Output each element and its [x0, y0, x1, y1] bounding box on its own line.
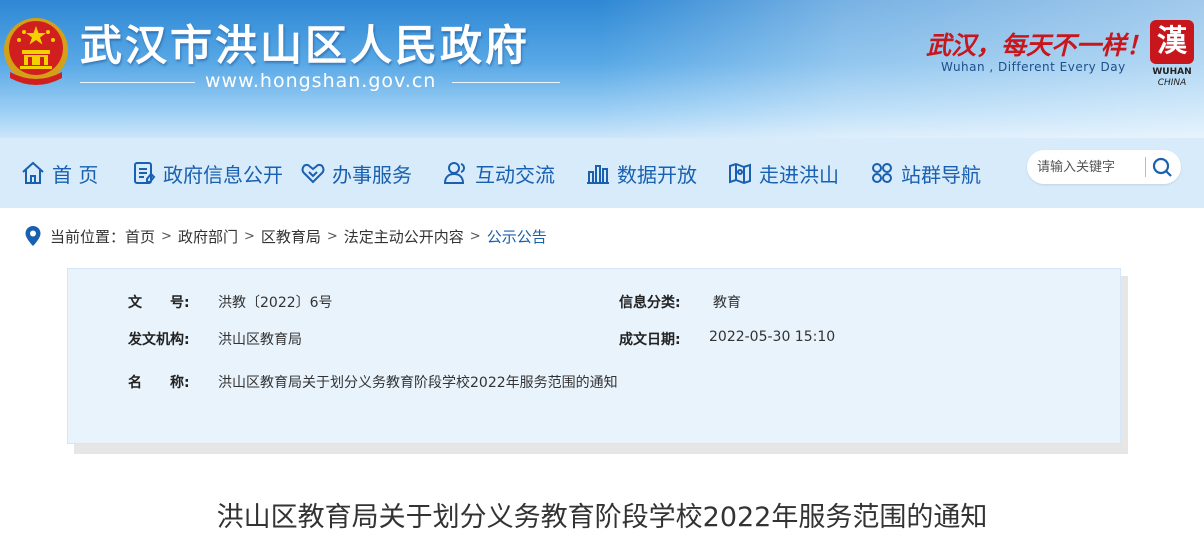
breadcrumb-education-bureau[interactable]: 区教育局 — [261, 226, 321, 247]
date-label: 成文日期: — [619, 332, 681, 348]
breadcrumb-prefix: 当前位置： — [50, 227, 126, 246]
site-header: 武汉市洪山区人民政府 www.hongshan.gov.cn 武汉，每天不一样！… — [0, 0, 1204, 140]
breadcrumb-public-content[interactable]: 法定主动公开内容 — [344, 226, 464, 247]
url-divider-left — [80, 82, 195, 83]
breadcrumb-separator: > — [161, 228, 172, 244]
search-box — [1027, 150, 1181, 184]
nav-label: 走进洪山 — [759, 162, 839, 187]
breadcrumb-departments[interactable]: 政府部门 — [178, 226, 238, 247]
wuhan-logo-mark: 漢 — [1150, 20, 1194, 64]
name-value: 洪山区教育局关于划分义务教育阶段学校2022年服务范围的通知 — [218, 375, 618, 391]
search-icon[interactable] — [1149, 155, 1175, 179]
wuhan-logo-text: WUHAN — [1152, 67, 1192, 77]
url-divider-right — [452, 82, 560, 83]
nav-item-gov-info[interactable]: 政府信息公开 — [131, 152, 283, 194]
slogan-english: Wuhan , Different Every Day — [941, 60, 1126, 74]
breadcrumb-home[interactable]: 首页 — [125, 226, 155, 247]
issuer-label: 发文机构: — [128, 332, 190, 348]
main-nav: 首 页 政府信息公开 办事服务 互动交流 数据开放 走进洪山 站群导航 — [0, 138, 1204, 208]
doc-number-label: 文 号: — [128, 295, 190, 311]
breadcrumb: 当前位置： 首页 > 政府部门 > 区教育局 > 法定主动公开内容 > 公示公告 — [24, 224, 547, 248]
nav-item-open-data[interactable]: 数据开放 — [585, 152, 697, 194]
bar-chart-icon — [587, 165, 609, 184]
handshake-icon — [301, 163, 325, 184]
nav-item-about[interactable]: 走进洪山 — [727, 152, 839, 194]
nav-label: 首 页 — [52, 162, 99, 187]
document-list-icon — [134, 162, 156, 184]
breadcrumb-separator: > — [469, 228, 481, 244]
search-divider — [1145, 157, 1146, 177]
issuer-value: 洪山区教育局 — [218, 332, 302, 348]
document-info-box: 文 号: 洪教〔2022〕6号 信息分类: 教育 发文机构: 洪山区教育局 成文… — [67, 268, 1121, 444]
users-icon — [443, 162, 465, 184]
document-title: 洪山区教育局关于划分义务教育阶段学校2022年服务范围的通知 — [216, 502, 988, 533]
date-value: 2022-05-30 15:10 — [709, 329, 836, 345]
name-label: 名 称: — [128, 375, 190, 391]
wuhan-city-logo: 漢 WUHAN CHINA — [1146, 20, 1198, 92]
slogan: 武汉，每天不一样！ — [926, 31, 1152, 60]
nav-label: 互动交流 — [475, 162, 555, 187]
nav-item-services[interactable]: 办事服务 — [300, 152, 412, 194]
national-emblem-icon — [4, 18, 68, 85]
nav-label: 办事服务 — [332, 162, 412, 187]
china-logo-text: CHINA — [1157, 78, 1187, 88]
breadcrumb-current[interactable]: 公示公告 — [487, 226, 547, 247]
map-icon — [729, 162, 751, 185]
nav-item-home[interactable]: 首 页 — [20, 152, 98, 194]
nav-label: 数据开放 — [617, 162, 697, 187]
nav-label: 站群导航 — [901, 162, 981, 187]
breadcrumb-separator: > — [243, 228, 255, 244]
category-value: 教育 — [713, 295, 741, 311]
search-input[interactable] — [1037, 157, 1145, 177]
site-title[interactable]: 武汉市洪山区人民政府 — [80, 12, 530, 73]
breadcrumb-separator: > — [326, 228, 338, 244]
grid-nodes-icon — [872, 163, 892, 183]
site-url: www.hongshan.gov.cn — [205, 70, 437, 92]
nav-label: 政府信息公开 — [163, 162, 283, 187]
doc-number-value: 洪教〔2022〕6号 — [218, 295, 333, 311]
category-label: 信息分类: — [619, 295, 681, 311]
home-icon — [22, 161, 44, 184]
nav-item-site-nav[interactable]: 站群导航 — [869, 152, 981, 194]
nav-item-interaction[interactable]: 互动交流 — [443, 152, 555, 194]
location-pin-icon — [25, 226, 41, 246]
